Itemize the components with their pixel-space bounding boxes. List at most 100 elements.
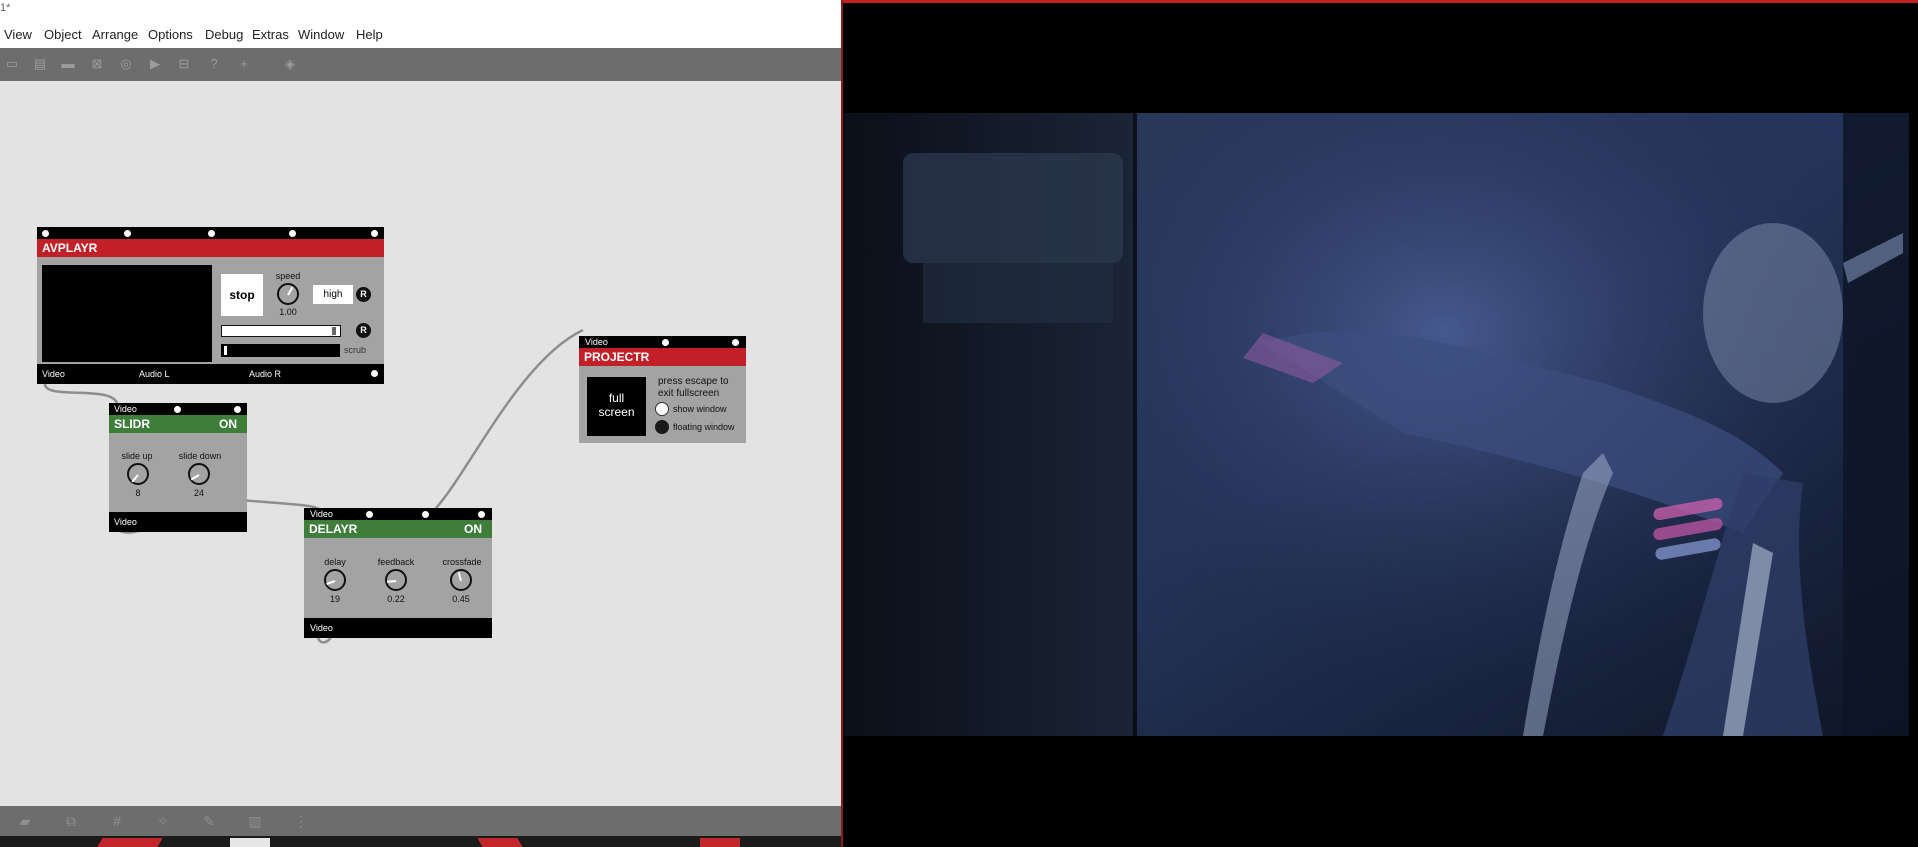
video-frame [843, 113, 1909, 736]
delayr-outlets: Video [304, 618, 492, 638]
layers-icon[interactable]: ⧉ [62, 813, 80, 829]
slidr-input-label: Video [114, 404, 137, 414]
hint-line-1: press escape to [658, 376, 729, 387]
toggle-icon[interactable]: ◎ [118, 56, 134, 72]
delay-knob[interactable] [324, 569, 346, 591]
delayr-module[interactable]: Video DELAYR ON delay 19 feedback 0.22 c… [304, 508, 492, 638]
inlet-port[interactable] [478, 511, 485, 518]
menu-view[interactable]: View [4, 27, 32, 42]
slidr-title: SLIDR ON [109, 415, 247, 433]
projectr-title: PROJECTR [579, 348, 746, 366]
slidr-name: SLIDR [114, 417, 150, 431]
inlet-port[interactable] [366, 511, 373, 518]
menu-object[interactable]: Object [44, 27, 82, 42]
menu-arrange[interactable]: Arrange [92, 27, 138, 42]
grid-icon[interactable]: # [108, 813, 126, 829]
slide-up-label: slide up [121, 451, 153, 461]
slide-up-value: 8 [135, 488, 141, 498]
delayr-input-label: Video [310, 509, 333, 519]
out-video-label: Video [42, 369, 65, 379]
out-audio-l-label: Audio L [139, 369, 170, 379]
inlet-port[interactable] [208, 230, 215, 237]
inlet-port[interactable] [234, 406, 241, 413]
menu-options[interactable]: Options [148, 27, 193, 42]
projectr-input-label: Video [585, 337, 608, 347]
menu-help[interactable]: Help [356, 27, 383, 42]
menu-window[interactable]: Window [298, 27, 344, 42]
avplayr-preview [42, 265, 212, 362]
projectr-inlets: Video [579, 336, 746, 348]
new-object-icon[interactable]: ▤ [32, 56, 48, 72]
feedback-value: 0.22 [387, 594, 405, 604]
speed-label: speed [275, 271, 301, 281]
projectr-module[interactable]: Video PROJECTR full screen press escape … [579, 336, 746, 443]
out-audio-r-label: Audio R [249, 369, 282, 379]
slide-down-value: 24 [193, 488, 204, 498]
fullscreen-label-line1: full [608, 391, 625, 405]
crossfade-value: 0.45 [452, 594, 470, 604]
crossfade-knob[interactable] [450, 569, 472, 591]
scrub-bar[interactable] [221, 344, 340, 357]
patcher-bottom-toolbar: ▰ ⧉ # ✧ ✎ ▥ ⋮ [0, 806, 841, 836]
delayr-on-toggle[interactable]: ON [464, 520, 482, 538]
slidr-module[interactable]: Video SLIDR ON slide up 8 slide down 24 … [109, 403, 247, 532]
avplayr-module[interactable]: AVPLAYR stop speed 1.00 high R R scrub V… [37, 227, 384, 384]
help-icon[interactable]: ? [206, 56, 222, 72]
menu-extras[interactable]: Extras [252, 27, 289, 42]
snap-icon[interactable]: ✧ [154, 813, 172, 829]
inlet-port[interactable] [662, 339, 669, 346]
inlet-port[interactable] [289, 230, 296, 237]
avplayr-outlets: Video Audio L Audio R [37, 364, 384, 384]
speed-value: 1.00 [279, 307, 297, 317]
inlet-port[interactable] [422, 511, 429, 518]
slidr-on-toggle[interactable]: ON [219, 415, 237, 433]
fullscreen-label-line2: screen [598, 405, 635, 419]
slider-icon[interactable]: ⊟ [176, 56, 192, 72]
add-icon[interactable]: + [236, 56, 252, 72]
video-image [843, 113, 1909, 736]
quality-menu[interactable]: high [313, 285, 353, 304]
menu-debug[interactable]: Debug [205, 27, 243, 42]
delay-value: 19 [329, 594, 340, 604]
show-window-label: show window [673, 404, 727, 414]
menu-bar: View Object Arrange Options Debug Extras… [0, 18, 841, 48]
speed-knob[interactable] [277, 283, 299, 305]
inlet-port[interactable] [124, 230, 131, 237]
slide-down-label: slide down [178, 451, 222, 461]
comment-icon[interactable]: ▬ [60, 56, 76, 72]
video-output-window[interactable] [841, 0, 1918, 847]
inlet-port[interactable] [732, 339, 739, 346]
fullscreen-button[interactable]: full screen [587, 377, 646, 436]
slidr-inlets: Video [109, 403, 247, 415]
taskbar-strip [0, 836, 841, 847]
wrench-icon[interactable]: ✎ [200, 813, 218, 829]
paint-icon[interactable]: ◈ [282, 56, 298, 72]
scrub-thumb[interactable] [224, 346, 227, 355]
delayr-name: DELAYR [309, 522, 358, 536]
bpatcher-icon[interactable]: ▥ [246, 813, 264, 829]
slide-up-knob[interactable] [127, 463, 149, 485]
message-icon[interactable]: ⊠ [89, 56, 105, 72]
comment-icon[interactable]: ▰ [16, 813, 34, 829]
hint-line-2: exit fullscreen [658, 388, 720, 399]
scrub-label: scrub [344, 345, 367, 355]
slider-thumb[interactable] [332, 327, 336, 335]
position-slider[interactable] [221, 325, 341, 337]
slide-down-knob[interactable] [188, 463, 210, 485]
r-button-speed[interactable]: R [356, 287, 371, 302]
floating-window-toggle[interactable] [655, 420, 669, 434]
outlet-port[interactable] [371, 370, 378, 377]
delayr-title: DELAYR ON [304, 520, 492, 538]
show-window-toggle[interactable] [655, 402, 669, 416]
presentation-icon[interactable]: ▭ [4, 56, 20, 72]
inlet-port[interactable] [174, 406, 181, 413]
inlet-port[interactable] [42, 230, 49, 237]
r-button-position[interactable]: R [356, 323, 371, 338]
avplayr-title: AVPLAYR [37, 239, 384, 257]
grid-dots-icon[interactable]: ⋮ [292, 813, 310, 829]
inlet-port[interactable] [371, 230, 378, 237]
stop-button[interactable]: stop [221, 274, 263, 316]
fullscreen-hint: press escape to exit fullscreen [658, 376, 729, 400]
bang-icon[interactable]: ▶ [147, 56, 163, 72]
feedback-knob[interactable] [385, 569, 407, 591]
